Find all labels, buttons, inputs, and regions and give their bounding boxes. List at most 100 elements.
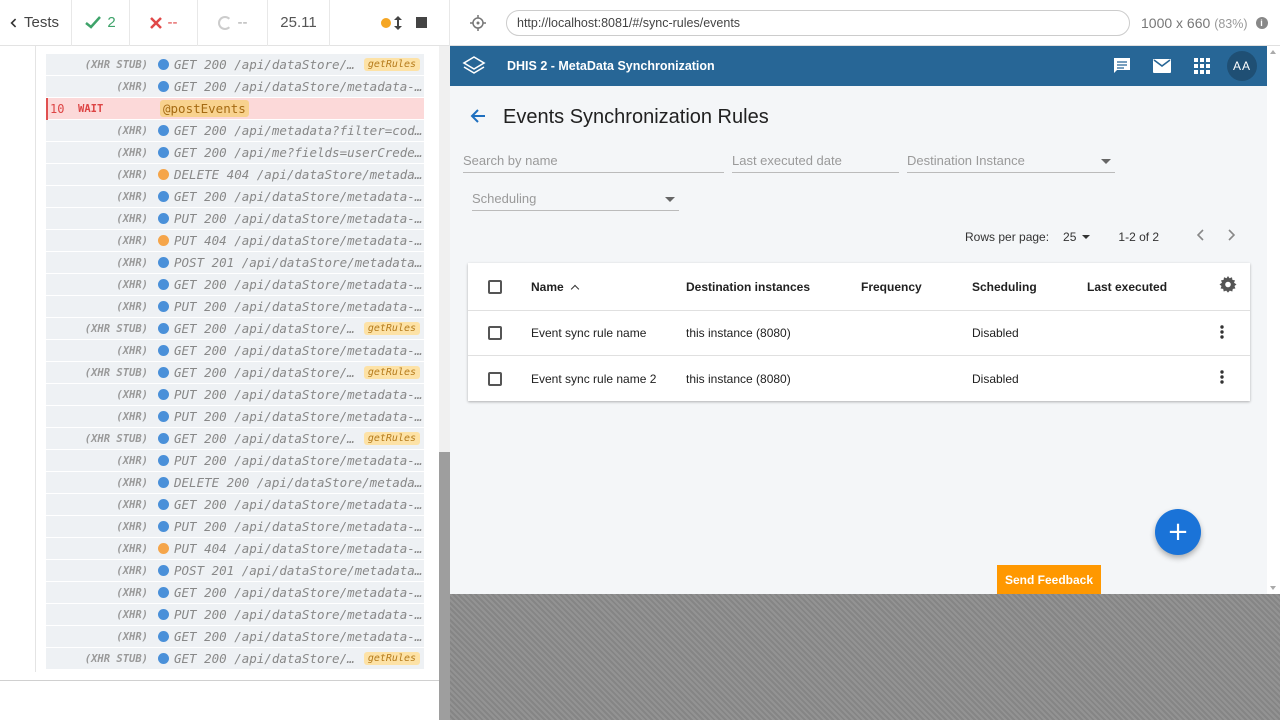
apps-grid-icon (1194, 58, 1210, 74)
dhis2-logo-icon[interactable] (450, 55, 498, 77)
url-field[interactable]: http://localhost:8081/#/sync-rules/event… (506, 9, 1130, 36)
next-page-button[interactable] (1221, 228, 1241, 246)
command-gutter (35, 46, 36, 672)
column-header-last-executed[interactable]: Last executed (1087, 280, 1167, 294)
column-header-frequency[interactable]: Frequency (861, 280, 922, 294)
scroll-down-icon[interactable] (1270, 586, 1276, 590)
command-message: GET 200 /api/dataStore/metadata-sync/rul… (174, 57, 360, 72)
command-message: GET 200 /api/metadata?filter=code:eq: (174, 123, 424, 138)
row-checkbox[interactable] (488, 326, 502, 340)
auto-scroll-toggle[interactable] (381, 15, 402, 30)
command-kind: (XHR) (116, 212, 148, 225)
command-kind: (XHR) (116, 124, 148, 137)
command-message: PUT 404 /api/dataStore/metadata-sync/rul… (174, 233, 424, 248)
command-row[interactable]: (XHR) GET 200 /api/metadata?filter=code:e… (46, 120, 424, 142)
interpretations-button[interactable] (1142, 59, 1182, 73)
dropdown-arrow-icon (1101, 159, 1111, 164)
command-row[interactable]: (XHR) GET 200 /api/dataStore/metadata-syn… (46, 340, 424, 362)
column-header-destination[interactable]: Destination instances (686, 280, 810, 294)
column-header-name[interactable]: Name (531, 280, 579, 294)
command-kind: (XHR) (116, 300, 148, 313)
app-title: DHIS 2 - MetaData Synchronization (507, 59, 715, 73)
table-row[interactable]: Event sync rule name 2 this instance (80… (468, 356, 1250, 401)
tests-back-button[interactable]: Tests (0, 0, 72, 46)
command-kind: (XHR) (116, 586, 148, 599)
rows-per-page-caret-icon[interactable] (1082, 235, 1091, 239)
route-alias-badge: getRules (363, 322, 420, 335)
command-row[interactable]: (XHR STUB) GET 200 /api/dataStore/metadat… (46, 362, 424, 384)
command-row[interactable]: (XHR STUB) GET 200 /api/dataStore/metadat… (46, 648, 424, 670)
command-row[interactable]: (XHR) PUT 200 /api/dataStore/metadata-syn… (46, 450, 424, 472)
command-row[interactable]: (XHR) GET 200 /api/me?fields=userCredenti… (46, 142, 424, 164)
aut-scrollbar[interactable] (1267, 46, 1280, 594)
command-row[interactable]: (XHR) PUT 200 /api/dataStore/metadata-syn… (46, 208, 424, 230)
command-row[interactable]: (XHR) PUT 404 /api/dataStore/metadata-syn… (46, 538, 424, 560)
command-row[interactable]: (XHR) POST 201 /api/dataStore/metadata-sy… (46, 252, 424, 274)
scroll-up-icon[interactable] (1270, 50, 1276, 54)
search-placeholder: Search by name (463, 153, 558, 168)
command-row[interactable]: (XHR) PUT 200 /api/dataStore/metadata-syn… (46, 406, 424, 428)
command-row[interactable]: (XHR) GET 200 /api/dataStore/metadata-syn… (46, 626, 424, 648)
command-kind: (XHR STUB) (84, 366, 148, 379)
info-icon[interactable]: i (1255, 16, 1268, 29)
selector-playground-button[interactable] (450, 14, 506, 31)
command-row[interactable]: (XHR) GET 200 /api/dataStore/metadata-syn… (46, 582, 424, 604)
command-row[interactable]: (XHR) PUT 200 /api/dataStore/metadata-syn… (46, 604, 424, 626)
passed-value: 2 (107, 14, 116, 31)
status-dot-icon (158, 213, 169, 224)
row-actions-button[interactable] (1220, 324, 1224, 342)
command-row[interactable]: (XHR) PUT 200 /api/dataStore/metadata-syn… (46, 516, 424, 538)
command-row[interactable]: (XHR STUB) GET 200 /api/dataStore/metadat… (46, 54, 424, 76)
command-row[interactable]: (XHR) DELETE 404 /api/dataStore/metadata-… (46, 164, 424, 186)
command-row[interactable]: (XHR STUB) GET 200 /api/dataStore/metadat… (46, 318, 424, 340)
row-actions-button[interactable] (1220, 370, 1224, 387)
command-row[interactable]: (XHR STUB) GET 200 /api/dataStore/metadat… (46, 428, 424, 450)
column-header-scheduling[interactable]: Scheduling (972, 280, 1037, 294)
command-message: PUT 200 /api/dataStore/metadata-sync/rul… (174, 409, 424, 424)
command-message: GET 200 /api/dataStore/metadata-sync/rul… (174, 629, 424, 644)
command-row[interactable]: (XHR) GET 200 /api/dataStore/metadata-syn… (46, 494, 424, 516)
sort-ascending-icon (570, 284, 579, 293)
command-row[interactable]: (XHR) PUT 200 /api/dataStore/metadata-syn… (46, 296, 424, 318)
command-row[interactable]: (XHR) PUT 200 /api/dataStore/metadata-syn… (46, 384, 424, 406)
status-dot-icon (158, 257, 169, 268)
command-kind: (XHR) (116, 278, 148, 291)
back-button[interactable] (470, 108, 486, 129)
stop-icon[interactable] (416, 17, 427, 28)
table-pagination: Rows per page: 25 1-2 of 2 (965, 228, 1241, 246)
apps-menu-button[interactable] (1182, 58, 1222, 74)
command-row[interactable]: (XHR) GET 200 /api/dataStore/metadata-syn… (46, 76, 424, 98)
search-input[interactable]: Search by name (463, 149, 724, 173)
command-row[interactable]: (XHR) GET 200 /api/dataStore/metadata-syn… (46, 186, 424, 208)
command-row-wait[interactable]: 10 WAIT @postEvents (46, 98, 424, 120)
select-all-checkbox[interactable] (488, 279, 502, 294)
command-message: GET 200 /api/dataStore/metadata-sync/rul… (174, 585, 424, 600)
status-dot-icon (158, 587, 169, 598)
destination-instance-select[interactable]: Destination Instance (907, 149, 1115, 173)
scheduling-select[interactable]: Scheduling (472, 187, 679, 211)
command-row[interactable]: (XHR) DELETE 200 /api/dataStore/metadata-… (46, 472, 424, 494)
pending-count: -- (198, 0, 268, 46)
command-row[interactable]: (XHR) PUT 404 /api/dataStore/metadata-syn… (46, 230, 424, 252)
command-message: PUT 404 /api/dataStore/metadata-sync/rul… (174, 541, 424, 556)
command-message: PUT 200 /api/dataStore/metadata-sync/rul… (174, 387, 424, 402)
prev-page-button[interactable] (1191, 228, 1211, 246)
avatar[interactable]: AA (1227, 51, 1257, 81)
page-title: Events Synchronization Rules (503, 106, 769, 128)
command-message: GET 200 /api/dataStore/metadata-sync/rul… (174, 497, 424, 512)
send-feedback-button[interactable]: Send Feedback (997, 565, 1101, 594)
messages-button[interactable] (1102, 57, 1142, 75)
viewport-scale: (83%) (1214, 16, 1248, 31)
cross-icon (149, 16, 162, 29)
command-row[interactable]: (XHR) POST 201 /api/dataStore/metadata-sy… (46, 560, 424, 582)
table-row[interactable]: Event sync rule name this instance (8080… (468, 311, 1250, 356)
command-message: GET 200 /api/dataStore/metadata-sync/rul… (174, 431, 360, 446)
row-checkbox[interactable] (488, 371, 502, 386)
column-settings-button[interactable] (1219, 276, 1237, 297)
status-dot-icon (158, 389, 169, 400)
add-rule-button[interactable]: + (1155, 509, 1201, 555)
rows-per-page-select[interactable]: 25 (1063, 230, 1076, 244)
last-executed-date-field[interactable]: Last executed date (732, 149, 899, 173)
reporter-scrollbar-thumb[interactable] (439, 452, 450, 720)
command-row[interactable]: (XHR) GET 200 /api/dataStore/metadata-syn… (46, 274, 424, 296)
